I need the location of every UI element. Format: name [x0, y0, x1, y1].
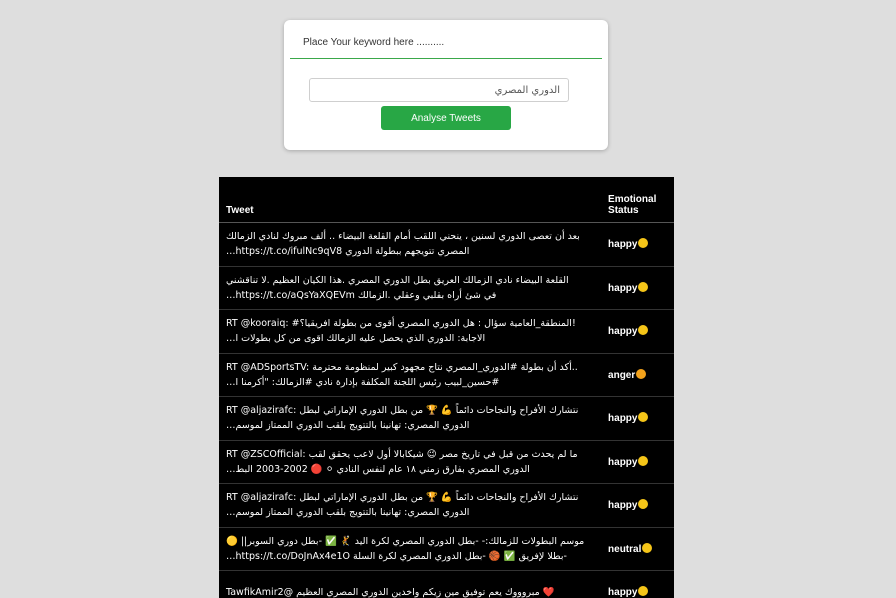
grinning-face-icon	[638, 325, 649, 336]
tweet-cell: موسم البطولات للزمالك:- -بطل الدوري المص…	[219, 526, 602, 571]
status-cell: happy	[601, 309, 674, 353]
tweet-text: موسم البطولات للزمالك:- -بطل الدوري المص…	[226, 535, 585, 547]
status-cell: happy	[601, 222, 674, 266]
status-cell: happy	[601, 483, 674, 527]
status-label: happy	[608, 500, 638, 512]
divider	[290, 58, 602, 59]
status-cell: neutral	[601, 526, 674, 571]
search-card: Place Your keyword here .......... Analy…	[284, 20, 608, 150]
status-label: anger	[608, 369, 636, 381]
tweet-text: الدوري المصري: تهانينا بالتتويج بلقب الد…	[226, 420, 470, 432]
table-row: موسم البطولات للزمالك:- -بطل الدوري المص…	[219, 526, 674, 571]
grinning-face-icon	[638, 499, 649, 510]
status-cell: happy	[601, 570, 674, 598]
tweet-text: RT @aljazirafc: نتشارك الأفراح والنجاحات…	[226, 492, 579, 504]
tweet-text: ❤️ مبروووك يعم توفيق مين زيكم واخدين الد…	[226, 586, 555, 598]
tweet-cell: RT @aljazirafc: نتشارك الأفراح والنجاحات…	[219, 396, 602, 440]
tweet-text: RT @aljazirafc: نتشارك الأفراح والنجاحات…	[226, 405, 579, 417]
tweet-cell: RT @ZSCOfficial: ما لم يحدث من قبل في تا…	[219, 439, 602, 484]
tweet-text: بعد أن تعصى الدوري لسنين ، ينحني اللقب أ…	[226, 231, 580, 243]
tweet-text: المصري تتويجهم ببطولة الدوري https://t.c…	[226, 246, 470, 258]
tweet-cell: القلعة البيضاء نادي الزمالك العريق بطل ا…	[219, 265, 602, 310]
tweet-text: الاجابة: الدوري الذي يحصل عليه الزمالك ا…	[226, 333, 486, 345]
keyword-input[interactable]	[309, 78, 569, 102]
tweet-text: القلعة البيضاء نادي الزمالك العريق بطل ا…	[226, 274, 569, 286]
smiling-face-icon	[642, 542, 653, 553]
table-row: RT @aljazirafc: نتشارك الأفراح والنجاحات…	[219, 483, 674, 527]
table-header-row: Tweet Emotional Status	[219, 177, 674, 223]
table-row: ❤️ مبروووك يعم توفيق مين زيكم واخدين الد…	[219, 570, 674, 598]
tweet-text: RT @ZSCOfficial: ما لم يحدث من قبل في تا…	[226, 448, 578, 460]
tweet-cell: RT @aljazirafc: نتشارك الأفراح والنجاحات…	[219, 483, 602, 527]
status-cell: happy	[601, 439, 674, 484]
table-row: القلعة البيضاء نادي الزمالك العريق بطل ا…	[219, 265, 674, 310]
grinning-face-icon	[638, 238, 649, 249]
tweet-cell: RT @ADSportsTV: أكد أن بطولة #الدوري_الم…	[219, 352, 602, 397]
tweet-text: في شئ أراه بقلبي وعقلي .الزمالك https://…	[226, 289, 497, 301]
status-label: happy	[608, 326, 638, 338]
status-label: happy	[608, 239, 638, 251]
status-label: happy	[608, 456, 638, 468]
status-label: neutral	[608, 543, 642, 555]
tweet-text: RT @ADSportsTV: أكد أن بطولة #الدوري_الم…	[226, 361, 578, 373]
table-row: RT @ADSportsTV: أكد أن بطولة #الدوري_الم…	[219, 352, 674, 397]
grinning-face-icon	[638, 586, 649, 597]
analyse-tweets-button[interactable]: Analyse Tweets	[381, 106, 511, 130]
tweet-cell: RT @kooraiq: #المنطقة_العامية سؤال : هل …	[219, 309, 602, 353]
table-row: RT @kooraiq: #المنطقة_العامية سؤال : هل …	[219, 309, 674, 353]
tweet-text: الدوري المصري: تهانينا بالتتويج بلقب الد…	[226, 507, 470, 519]
status-label: happy	[608, 587, 638, 598]
status-cell: happy	[601, 265, 674, 310]
results-table: Tweet Emotional Status بعد أن تعصى الدور…	[219, 177, 674, 598]
table-row: بعد أن تعصى الدوري لسنين ، ينحني اللقب أ…	[219, 222, 674, 266]
status-label: happy	[608, 413, 638, 425]
table-row: RT @ZSCOfficial: ما لم يحدث من قبل في تا…	[219, 439, 674, 484]
tweet-text: #حسين_لبيب رئيس اللجنة المكلفة بإدارة نا…	[226, 376, 500, 388]
grinning-face-icon	[638, 281, 649, 292]
tweet-text: -بطلا لإفريق ✅ 🏀 -بطل الدوري المصري لكرة…	[226, 550, 567, 562]
keyword-prompt: Place Your keyword here ..........	[303, 37, 445, 48]
angry-face-icon	[636, 368, 647, 379]
status-column-header: Emotional Status	[601, 177, 674, 223]
tweet-cell: بعد أن تعصى الدوري لسنين ، ينحني اللقب أ…	[219, 222, 602, 266]
table-row: RT @aljazirafc: نتشارك الأفراح والنجاحات…	[219, 396, 674, 440]
status-cell: anger	[601, 352, 674, 397]
tweet-text: الدوري المصري بفارق زمني ١٨ عام لنفس الن…	[226, 463, 530, 475]
tweet-text: RT @kooraiq: #المنطقة_العامية سؤال : هل …	[226, 318, 576, 330]
tweet-cell: ❤️ مبروووك يعم توفيق مين زيكم واخدين الد…	[219, 570, 602, 598]
tweet-column-header: Tweet	[219, 177, 602, 223]
grinning-face-icon	[638, 412, 649, 423]
grinning-face-icon	[638, 455, 649, 466]
status-column-label: Emotional Status	[608, 194, 657, 216]
status-cell: happy	[601, 396, 674, 440]
status-label: happy	[608, 282, 638, 294]
